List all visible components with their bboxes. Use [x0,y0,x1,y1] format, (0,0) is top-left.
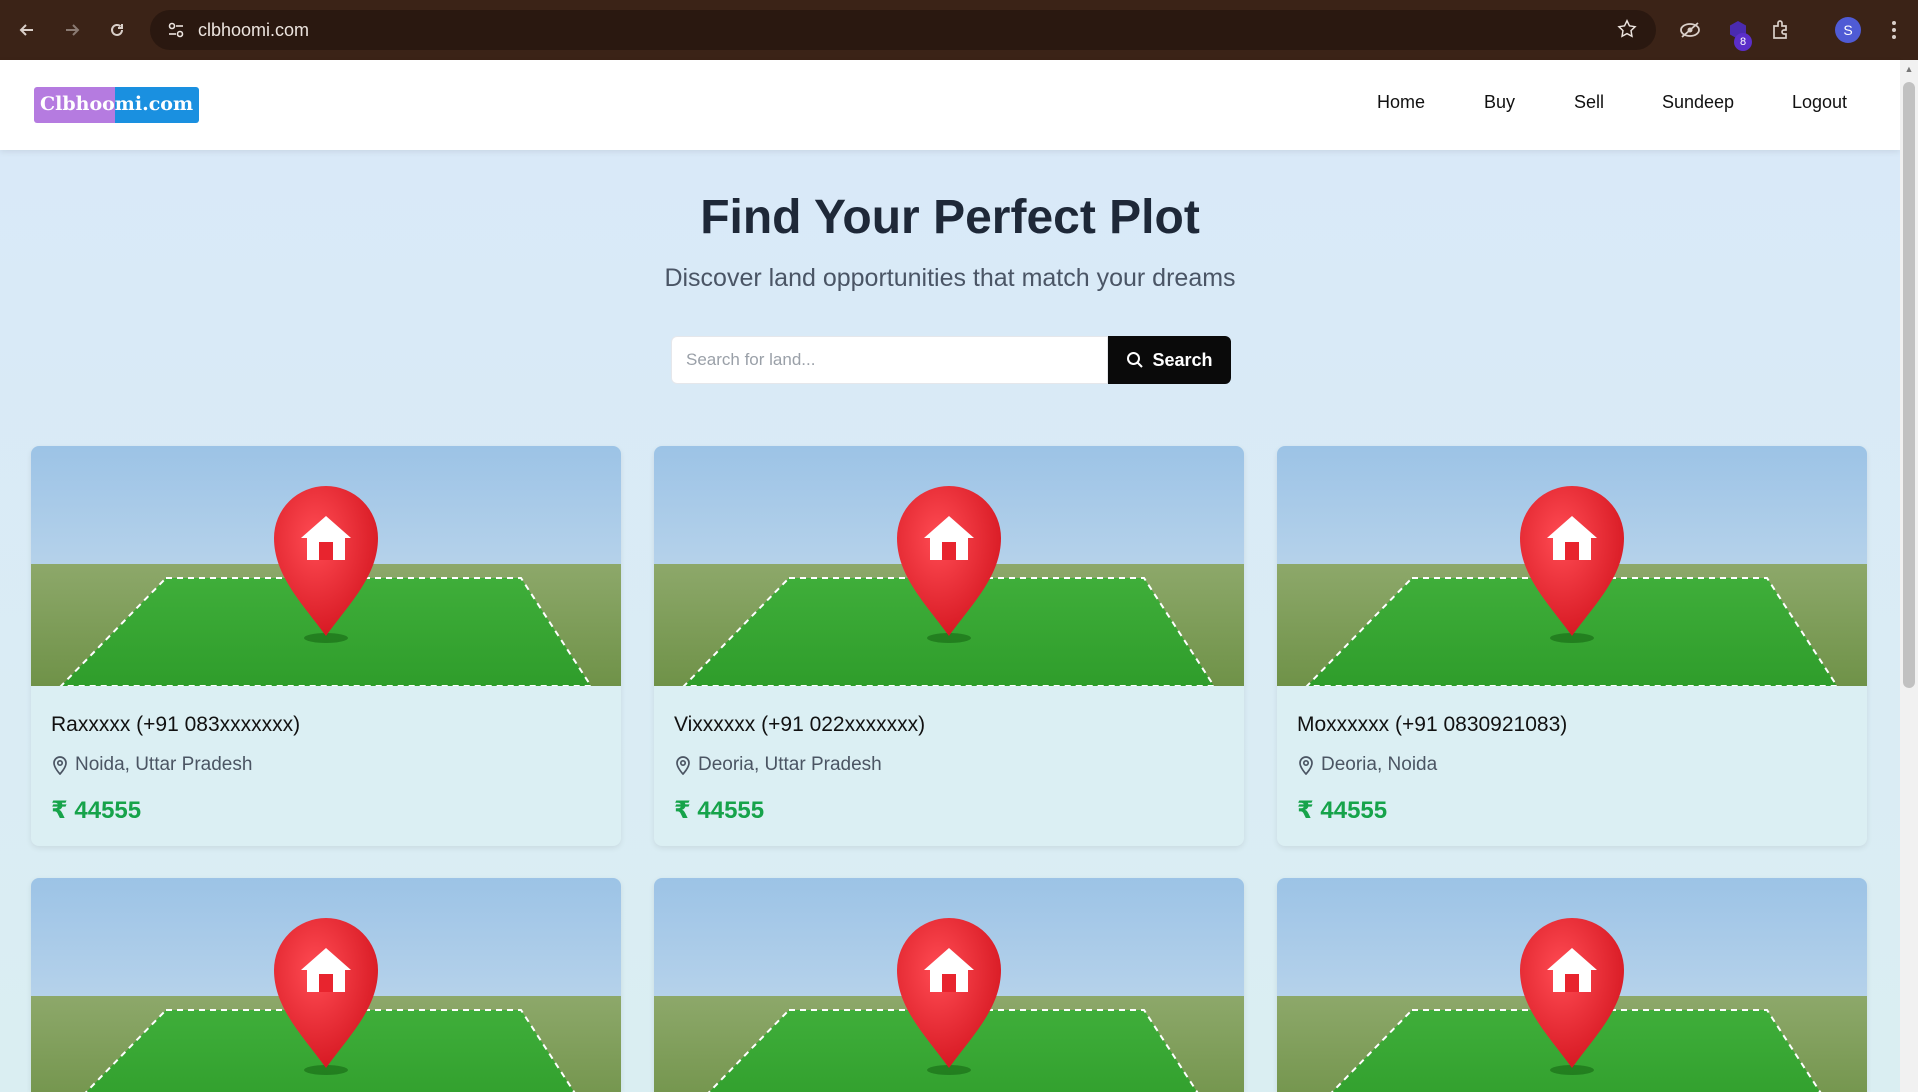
address-bar[interactable]: clbhoomi.com [150,10,1656,50]
plot-image [1277,446,1867,686]
nav-buy[interactable]: Buy [1484,92,1515,113]
browser-toolbar: clbhoomi.com 8 S [0,0,1918,60]
logo-part-2: mi.com [114,87,200,123]
bookmark-star-icon[interactable] [1616,18,1640,42]
plot-image [31,878,621,1092]
listing-card[interactable] [1277,878,1867,1092]
location-pin-icon [676,756,690,775]
eye-off-extension-icon[interactable] [1676,16,1704,44]
search-icon [1127,352,1144,368]
site-header: Clbhoo mi.com Home Buy Sell Sundeep Logo… [0,60,1900,150]
plot-image [31,446,621,686]
listing-location-text: Deoria, Noida [1321,754,1438,775]
menu-kebab-icon[interactable] [1880,16,1908,44]
scrollbar-thumb[interactable] [1903,82,1915,688]
listing-card[interactable] [654,878,1244,1092]
listing-owner: Moxxxxxx (+91 0830921083) [1297,713,1568,736]
listing-price: ₹ 44555 [674,797,765,824]
plot-image [1277,878,1867,1092]
site-logo[interactable]: Clbhoo mi.com [34,87,200,123]
location-pin-icon [53,756,67,775]
listing-card[interactable] [31,878,621,1092]
hero-subtitle: Discover land opportunities that match y… [664,264,1236,292]
nav-user-sundeep[interactable]: Sundeep [1662,92,1734,113]
search-input[interactable] [671,336,1108,384]
listing-card[interactable]: Moxxxxxx (+91 0830921083) Deoria, Noida … [1277,446,1867,846]
nav-home[interactable]: Home [1377,92,1425,113]
listing-owner: Vixxxxxx (+91 022xxxxxxx) [674,713,926,736]
nav-sell[interactable]: Sell [1574,92,1604,113]
listing-card[interactable]: Vixxxxxx (+91 022xxxxxxx) Deoria, Uttar … [654,446,1244,846]
back-icon[interactable] [12,15,42,45]
search-button-label: Search [1152,349,1213,370]
plot-image [654,878,1244,1092]
listing-price: ₹ 44555 [1297,797,1388,824]
listing-location: Deoria, Uttar Pradesh [674,754,882,776]
plot-image [654,446,1244,686]
logo-part-1: Clbhoo [34,87,115,123]
profile-avatar[interactable]: S [1835,17,1861,43]
extension-badge: 8 [1734,33,1752,51]
listing-price: ₹ 44555 [51,797,142,824]
site-settings-icon[interactable] [164,18,188,42]
extensions-puzzle-icon[interactable] [1767,16,1795,44]
scroll-up-arrow-icon[interactable]: ▲ [1903,64,1915,76]
forward-icon[interactable] [57,15,87,45]
nav-logout[interactable]: Logout [1792,92,1847,113]
listing-location: Noida, Uttar Pradesh [51,754,252,776]
hero-title: Find Your Perfect Plot [700,191,1200,244]
search-button[interactable]: Search [1108,336,1231,384]
url-text[interactable]: clbhoomi.com [198,20,309,41]
listing-location: Deoria, Noida [1297,754,1437,776]
listing-location-text: Noida, Uttar Pradesh [75,754,253,775]
listing-location-text: Deoria, Uttar Pradesh [698,754,882,775]
listing-card[interactable]: Raxxxxx (+91 083xxxxxxx) Noida, Uttar Pr… [31,446,621,846]
reload-icon[interactable] [102,15,132,45]
listing-owner: Raxxxxx (+91 083xxxxxxx) [51,713,301,736]
location-pin-icon [1299,756,1313,775]
